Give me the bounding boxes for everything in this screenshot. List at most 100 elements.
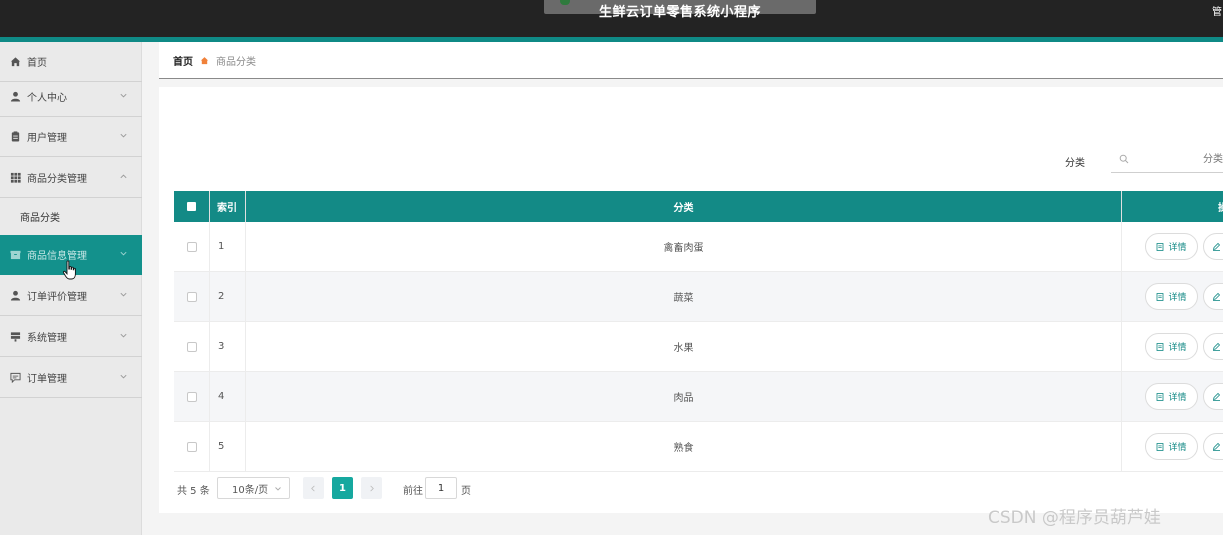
message-icon: [9, 372, 21, 384]
sidebar-item-category-management[interactable]: 商品分类管理: [0, 158, 142, 198]
edit-icon: [1212, 342, 1221, 351]
sidebar-item-label: 订单管理: [27, 374, 67, 385]
detail-button-label: 详情: [1168, 293, 1187, 303]
chevron-down-icon: [120, 251, 127, 256]
header-category-label: 分类: [673, 203, 694, 214]
sidebar-item-label: 个人中心: [27, 93, 67, 104]
sidebar: 首页 个人中心 用户管理 商品分类管理 商品分类 商品信息管理 订单评价管理 系…: [0, 42, 142, 535]
table-row: 1 禽畜肉蛋 详情: [174, 222, 1223, 272]
cell-index: 1: [210, 222, 246, 271]
submenu-item-product-category[interactable]: 商品分类: [0, 197, 142, 235]
detail-button[interactable]: 详情: [1145, 433, 1198, 460]
row-checkbox[interactable]: [186, 391, 197, 402]
cell-index: 3: [210, 322, 246, 371]
grid-icon: [9, 172, 21, 184]
cell-category: 肉品: [246, 372, 1122, 421]
header-action-label: 操作: [1218, 199, 1223, 214]
edit-button[interactable]: [1203, 383, 1223, 410]
app-title: 生鲜云订单零售系统小程序: [598, 5, 761, 20]
breadcrumb-current: 商品分类: [216, 56, 256, 68]
cell-index: 4: [210, 372, 246, 421]
cell-index: 2: [210, 272, 246, 321]
chevron-down-icon: [120, 133, 127, 138]
table-row: 3 水果 详情: [174, 322, 1223, 372]
sidebar-item-order-management[interactable]: 订单管理: [0, 358, 142, 398]
header-select-cell: [174, 191, 210, 222]
pagination-total: 共 5 条: [177, 486, 210, 497]
cell-category: 水果: [246, 322, 1122, 371]
edit-button[interactable]: [1203, 433, 1223, 460]
edit-icon: [1212, 242, 1221, 251]
edit-icon: [1212, 442, 1221, 451]
row-checkbox[interactable]: [186, 341, 197, 352]
chevron-down-icon: [120, 93, 127, 98]
chevron-down-icon: [120, 374, 127, 379]
sidebar-item-label: 用户管理: [27, 133, 67, 144]
goto-suffix: 页: [461, 486, 471, 497]
admin-label[interactable]: 管: [1212, 3, 1223, 18]
sidebar-item-home[interactable]: 首页: [0, 42, 142, 82]
goto-label: 前往: [403, 486, 423, 497]
submenu-item-label: 商品分类: [20, 212, 60, 224]
cell-category: 熟食: [246, 422, 1122, 471]
sidebar-item-label: 商品信息管理: [27, 251, 87, 262]
table-header: 索引 分类 操作: [174, 191, 1223, 222]
detail-button[interactable]: 详情: [1145, 283, 1198, 310]
cell-index: 5: [210, 422, 246, 471]
chevron-down-icon: [120, 333, 127, 338]
detail-button[interactable]: 详情: [1145, 233, 1198, 260]
cell-category: 禽畜肉蛋: [246, 222, 1122, 271]
clipboard-icon: [9, 131, 21, 143]
table-row: 4 肉品 详情: [174, 372, 1223, 422]
table-row: 5 熟食 详情: [174, 422, 1223, 472]
search-field[interactable]: [1111, 145, 1223, 173]
sidebar-item-system-management[interactable]: 系统管理: [0, 317, 142, 357]
box-icon: [9, 249, 21, 261]
sidebar-item-label: 商品分类管理: [27, 174, 87, 185]
user-icon: [9, 91, 21, 103]
edit-icon: [1212, 292, 1221, 301]
row-checkbox[interactable]: [186, 441, 197, 452]
goto-page-input[interactable]: [425, 477, 457, 499]
breadcrumb-home[interactable]: 首页: [173, 53, 193, 68]
header-index: 索引: [210, 191, 246, 222]
sidebar-item-personal-center[interactable]: 个人中心: [0, 77, 142, 117]
breadcrumb: 首页 商品分类: [159, 42, 1223, 79]
hand-cursor-icon: [62, 260, 76, 280]
sidebar-item-user-management[interactable]: 用户管理: [0, 117, 142, 157]
house-separator-icon: [200, 56, 209, 64]
search-input[interactable]: [1135, 149, 1223, 169]
table-row: 2 蔬菜 详情: [174, 272, 1223, 322]
sidebar-item-review-management[interactable]: 订单评价管理: [0, 276, 142, 316]
prev-page-button[interactable]: [303, 477, 324, 499]
detail-button[interactable]: 详情: [1145, 383, 1198, 410]
chevron-down-icon: [275, 487, 281, 491]
next-page-button[interactable]: [361, 477, 382, 499]
row-checkbox[interactable]: [186, 291, 197, 302]
row-checkbox[interactable]: [186, 241, 197, 252]
sidebar-item-label: 首页: [27, 58, 47, 69]
edit-button[interactable]: [1203, 283, 1223, 310]
detail-button[interactable]: 详情: [1145, 333, 1198, 360]
edit-icon: [1212, 392, 1221, 401]
chevron-right-icon: [370, 485, 374, 491]
server-icon: [9, 331, 21, 343]
watermark: CSDN @程序员葫芦娃: [988, 508, 1161, 528]
header-action: 操作: [1122, 191, 1223, 222]
document-icon: [1157, 392, 1164, 401]
header-category: 分类: [246, 191, 1122, 222]
main-content: 首页 商品分类 分类 索引 分类 操作 1: [142, 42, 1223, 535]
document-icon: [1157, 242, 1164, 251]
user-icon: [9, 290, 21, 302]
page-size-select[interactable]: 10条/页: [217, 477, 290, 499]
top-bar: 生鲜云订单零售系统小程序 管: [0, 0, 1223, 37]
edit-button[interactable]: [1203, 333, 1223, 360]
page-number-button[interactable]: 1: [332, 477, 353, 499]
search-icon: [1119, 154, 1129, 164]
edit-button[interactable]: [1203, 233, 1223, 260]
chevron-down-icon: [120, 292, 127, 297]
header-index-label: 索引: [217, 203, 237, 214]
select-all-checkbox[interactable]: [187, 202, 196, 211]
document-icon: [1157, 292, 1164, 301]
detail-button-label: 详情: [1168, 443, 1187, 453]
